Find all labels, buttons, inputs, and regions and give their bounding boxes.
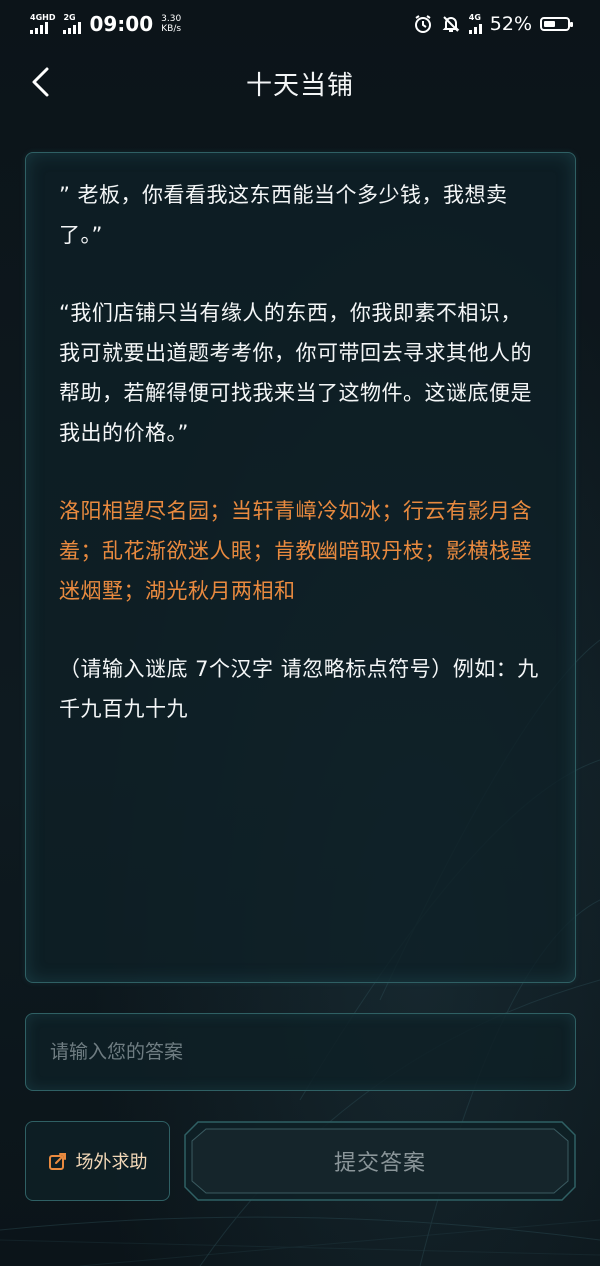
battery-icon <box>540 17 573 31</box>
chevron-left-icon <box>32 67 49 97</box>
answer-input-container <box>25 1013 576 1091</box>
status-right: 4G 52% <box>413 13 573 35</box>
battery-percent: 52% <box>489 13 532 35</box>
riddle-card: ” 老板，你看看我这东西能当个多少钱，我想卖了。” “我们店铺只当有缘人的东西，… <box>25 152 576 983</box>
mute-bell-icon <box>442 16 460 32</box>
share-icon <box>48 1153 66 1170</box>
battery-fill <box>544 21 556 27</box>
riddle-text: 洛阳相望尽名园；当轩青嶂冷如冰；行云有影月含羞；乱花渐欲迷人眼；肯教幽暗取丹枝；… <box>59 499 532 603</box>
network-type-1: 4GHD <box>30 13 56 22</box>
outside-help-label: 场外求助 <box>75 1152 148 1173</box>
customer-dialogue: ” 老板，你看看我这东西能当个多少钱，我想卖了。” <box>59 183 508 247</box>
signal-bars-icon <box>63 22 82 34</box>
page-title: 十天当铺 <box>245 70 354 101</box>
alarm-icon <box>414 15 431 33</box>
status-left: 4GHD 2G 09:00 3.30 KB/s <box>30 12 181 36</box>
submit-answer-label: 提交答案 <box>333 1151 426 1176</box>
speed-unit: KB/s <box>161 24 182 34</box>
signal-strength-2: 2G <box>63 13 82 34</box>
answer-input[interactable] <box>26 1014 575 1090</box>
status-bar: 4GHD 2G 09:00 3.30 KB/s 4G 52% <box>0 0 600 48</box>
back-button[interactable] <box>22 64 58 100</box>
shopkeeper-dialogue: “我们店铺只当有缘人的东西，你我即素不相识，我可就要出道题考考你，你可带回去寻求… <box>59 301 532 445</box>
answer-instruction: （请输入谜底 7个汉字 请忽略标点符号）例如：九千九百九十九 <box>59 657 539 721</box>
network-speed: 3.30 KB/s <box>161 14 181 34</box>
nav-bar: 十天当铺 <box>0 48 600 118</box>
outside-help-button[interactable]: 场外求助 <box>25 1121 170 1201</box>
signal-4g-icon: 4G <box>468 13 482 34</box>
signal-bars-icon <box>30 22 48 34</box>
network-type-2: 2G <box>63 13 76 22</box>
network-type-3: 4G <box>468 13 481 22</box>
submit-answer-button[interactable]: 提交答案 <box>184 1121 576 1201</box>
signal-strength-1: 4GHD <box>30 14 55 34</box>
clock: 09:00 <box>89 12 154 36</box>
speed-value: 3.30 <box>161 14 182 24</box>
